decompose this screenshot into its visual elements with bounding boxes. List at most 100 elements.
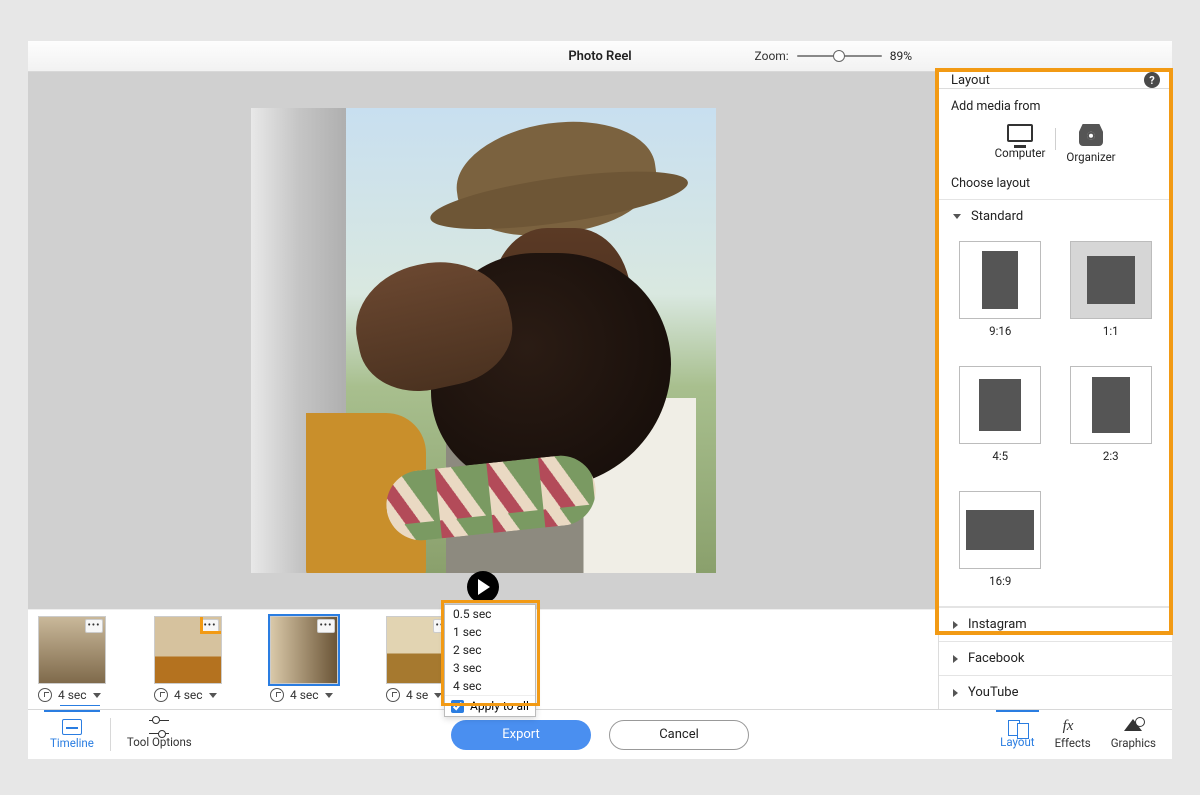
clip-duration-picker[interactable]: 4 sec [38, 688, 101, 702]
more-icon[interactable]: ••• [85, 619, 103, 633]
play-button[interactable] [467, 571, 499, 603]
clip-duration-picker[interactable]: 4 sec [154, 688, 217, 702]
bottom-left-tabs: Timeline Tool Options [38, 710, 204, 759]
duration-option[interactable]: 3 sec [445, 659, 535, 677]
app-window: Photo Reel Zoom: 89% [28, 41, 1172, 759]
export-button[interactable]: Export [451, 720, 591, 750]
apply-to-all-label: Apply to all [470, 699, 529, 713]
more-icon[interactable]: ••• [317, 619, 335, 633]
bottom-center-buttons: Export Cancel [451, 720, 749, 750]
zoom-label: Zoom: [755, 49, 789, 63]
clip-duration: 4 sec [174, 688, 203, 702]
bottom-right-tabs: Layout fx Effects Graphics [990, 710, 1166, 759]
tab-effects[interactable]: fx Effects [1045, 710, 1101, 759]
accordion-header-youtube[interactable]: YouTube [939, 676, 1172, 709]
chevron-down-icon [93, 693, 101, 698]
clip-thumbnail[interactable]: ••• [270, 616, 338, 684]
divider [110, 718, 111, 751]
accordion-title: YouTube [968, 685, 1019, 700]
zoom-slider[interactable] [797, 55, 882, 57]
accordion-header-standard[interactable]: Standard [939, 200, 1172, 233]
accordion-title: Instagram [968, 617, 1027, 632]
timeline-strip: ••• 4 sec ••• 4 [28, 609, 938, 709]
clip-duration: 4 sec [58, 688, 87, 702]
apply-to-all-checkbox[interactable] [451, 700, 464, 713]
layout-label: 2:3 [1103, 449, 1119, 463]
duration-option[interactable]: 2 sec [445, 641, 535, 659]
chevron-down-icon [434, 693, 442, 698]
layout-option-11[interactable]: 1:1 [1068, 241, 1155, 338]
right-panel-header: Layout ? [939, 72, 1172, 89]
right-panel-title: Layout [951, 73, 990, 88]
right-panel: Layout ? Add media from Computer Organiz… [938, 72, 1172, 709]
preview-image[interactable] [251, 108, 716, 573]
chevron-right-icon [953, 655, 958, 663]
clip-duration: 4 se [406, 688, 428, 702]
clip-duration: 4 sec [290, 688, 319, 702]
layout-icon [1008, 720, 1026, 734]
duration-option[interactable]: 1 sec [445, 623, 535, 641]
accordion-title: Standard [971, 209, 1023, 224]
tab-timeline[interactable]: Timeline [38, 710, 106, 759]
timeline-clip[interactable]: ••• 4 sec [270, 616, 338, 702]
clip-thumbnail[interactable]: ••• [38, 616, 106, 684]
clip-thumbnail[interactable]: ••• [154, 616, 222, 684]
zoom-value: 89% [890, 49, 912, 63]
chevron-right-icon [953, 621, 958, 629]
media-source-label: Organizer [1066, 150, 1115, 164]
accordion-title: Facebook [968, 651, 1024, 666]
timeline-clip[interactable]: ••• 4 sec [154, 616, 222, 702]
accordion-header-facebook[interactable]: Facebook [939, 642, 1172, 675]
layout-grid: 9:16 1:1 4:5 2:3 [939, 233, 1172, 607]
effects-icon: fx [1063, 719, 1083, 735]
zoom-slider-thumb[interactable] [833, 50, 845, 62]
canvas-preview [28, 72, 938, 609]
more-icon[interactable]: ••• [201, 619, 219, 633]
media-source-computer[interactable]: Computer [987, 124, 1053, 164]
button-label: Cancel [659, 727, 699, 742]
media-source-organizer[interactable]: Organizer [1058, 124, 1124, 164]
apply-to-all-row[interactable]: Apply to all [445, 695, 535, 716]
media-source-label: Computer [995, 146, 1046, 160]
chevron-right-icon [953, 689, 958, 697]
accordion-instagram: Instagram [939, 607, 1172, 641]
header-bar: Photo Reel Zoom: 89% [28, 41, 1172, 72]
button-label: Export [502, 727, 540, 742]
accordion-standard: Standard 9:16 1:1 4:5 [939, 199, 1172, 607]
tab-label: Graphics [1111, 736, 1156, 750]
main-content: ••• 4 sec ••• 4 [28, 72, 1172, 709]
tab-label: Timeline [50, 736, 94, 750]
layout-option-169[interactable]: 16:9 [957, 491, 1044, 588]
divider [1055, 128, 1056, 150]
layout-label: 1:1 [1103, 324, 1119, 338]
duration-menu[interactable]: 0.5 sec 1 sec 2 sec 3 sec 4 sec Apply to… [444, 604, 536, 717]
tool-options-icon [149, 720, 169, 734]
chevron-down-icon [325, 693, 333, 698]
zoom-control: Zoom: 89% [755, 49, 912, 63]
duration-option[interactable]: 4 sec [445, 677, 535, 695]
clock-icon [270, 688, 284, 702]
clip-duration-picker[interactable]: 4 sec [270, 688, 333, 702]
help-icon[interactable]: ? [1144, 72, 1160, 88]
tab-graphics[interactable]: Graphics [1101, 710, 1166, 759]
tab-layout[interactable]: Layout [990, 710, 1044, 759]
graphics-icon [1123, 719, 1143, 735]
accordion-header-instagram[interactable]: Instagram [939, 608, 1172, 641]
tab-label: Effects [1055, 736, 1091, 750]
timeline-icon [62, 719, 82, 735]
layout-label: 16:9 [989, 574, 1011, 588]
layout-label: 4:5 [992, 449, 1008, 463]
clip-duration-picker[interactable]: 4 se [386, 688, 442, 702]
choose-layout-label: Choose layout [939, 172, 1172, 199]
organizer-icon [1079, 124, 1103, 146]
clock-icon [154, 688, 168, 702]
layout-option-45[interactable]: 4:5 [957, 366, 1044, 463]
clock-icon [386, 688, 400, 702]
cancel-button[interactable]: Cancel [609, 720, 749, 750]
duration-option[interactable]: 0.5 sec [445, 605, 535, 623]
layout-option-916[interactable]: 9:16 [957, 241, 1044, 338]
tab-tool-options[interactable]: Tool Options [115, 710, 204, 759]
timeline-clip[interactable]: ••• 4 sec [38, 616, 106, 706]
layout-option-23[interactable]: 2:3 [1068, 366, 1155, 463]
chevron-down-icon [209, 693, 217, 698]
